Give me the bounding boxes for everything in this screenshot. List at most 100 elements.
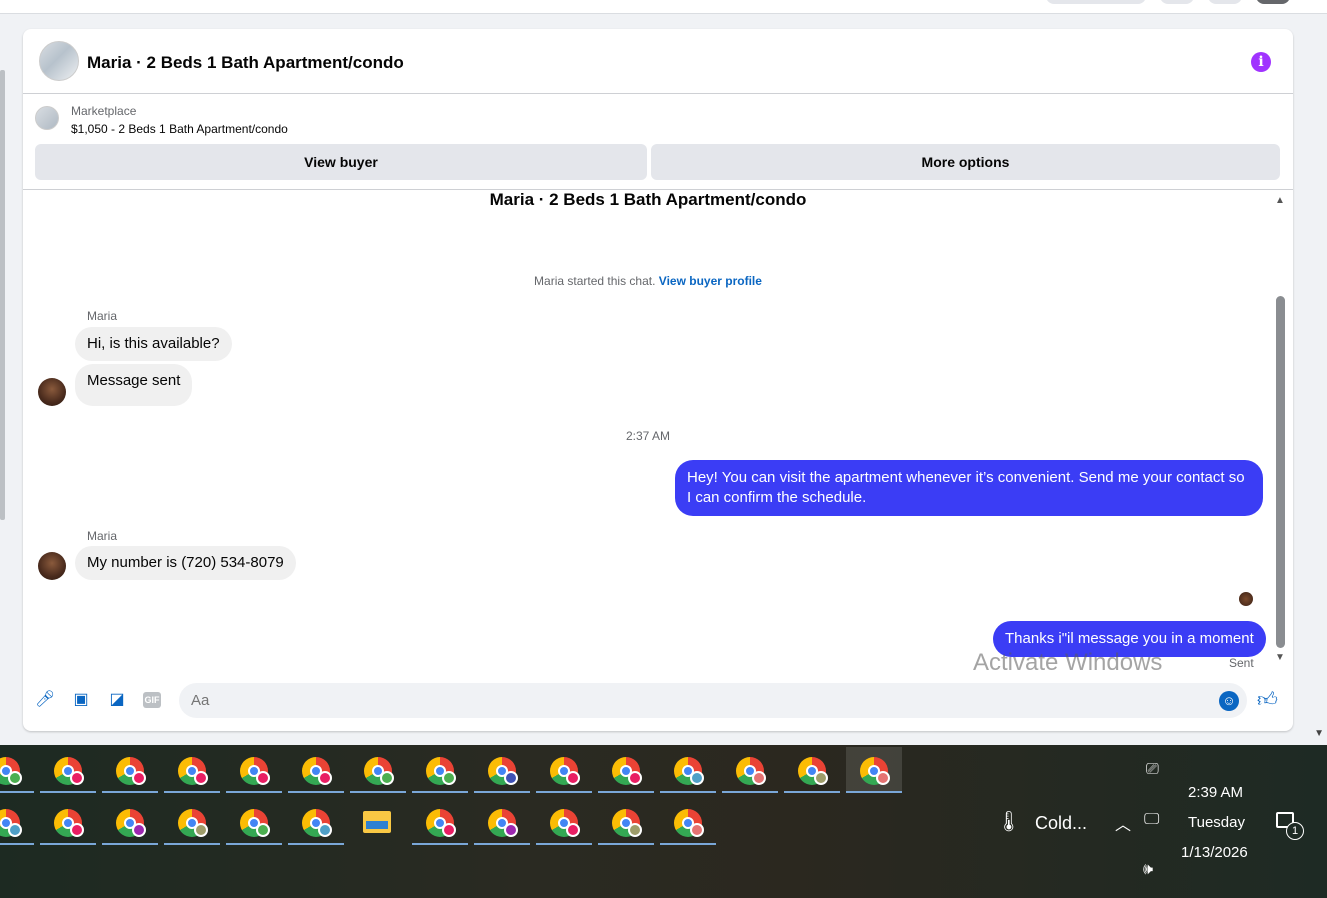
profile-badge-icon — [566, 771, 580, 785]
top-icon-button[interactable] — [1208, 0, 1242, 4]
taskbar-chrome-window[interactable] — [598, 799, 654, 845]
maria-avatar[interactable] — [38, 552, 66, 580]
taskbar-chrome-window[interactable] — [474, 799, 530, 845]
maria-avatar[interactable] — [38, 378, 66, 406]
running-indicator — [412, 791, 468, 793]
profile-badge-icon — [70, 823, 84, 837]
running-indicator — [102, 791, 158, 793]
profile-badge-icon — [690, 771, 704, 785]
message-composer: 🎤︎ ▣ ◪ GIF ☺ 👍︎ — [23, 680, 1293, 725]
top-pill[interactable] — [1046, 0, 1146, 4]
taskbar-chrome-window[interactable] — [660, 799, 716, 845]
read-receipt-avatar — [1239, 592, 1253, 606]
message-input[interactable] — [179, 683, 1247, 718]
taskbar-chrome-window[interactable] — [350, 747, 406, 793]
left-scrollbar[interactable] — [0, 70, 5, 520]
taskbar-chrome-window[interactable] — [102, 799, 158, 845]
running-indicator — [598, 843, 654, 845]
running-indicator — [660, 843, 716, 845]
taskbar-chrome-window[interactable] — [288, 747, 344, 793]
taskbar-file-explorer[interactable] — [350, 799, 406, 845]
taskbar-chrome-window[interactable] — [598, 747, 654, 793]
thread-scrollbar-thumb[interactable] — [1276, 296, 1285, 648]
running-indicator — [536, 791, 592, 793]
message-thread: Maria · 2 Beds 1 Bath Apartment/condo Ma… — [23, 190, 1293, 670]
taskbar-chrome-window[interactable] — [536, 747, 592, 793]
thread-scroll-down[interactable]: ▼ — [1275, 652, 1285, 663]
outgoing-message[interactable]: Hey! You can visit the apartment wheneve… — [675, 460, 1263, 516]
view-buyer-profile-link[interactable]: View buyer profile — [659, 274, 762, 288]
taskbar-chrome-window[interactable] — [226, 799, 282, 845]
microphone-icon[interactable]: 🎤︎ — [35, 690, 55, 710]
listing-avatar[interactable] — [39, 41, 79, 81]
running-indicator — [40, 843, 96, 845]
taskbar-chrome-window[interactable] — [846, 747, 902, 793]
profile-badge-icon — [628, 823, 642, 837]
clock-day[interactable]: Tuesday — [1188, 814, 1245, 831]
thread-scroll-up[interactable]: ▲ — [1275, 195, 1285, 206]
notification-center-icon[interactable]: 1 — [1276, 812, 1304, 840]
folder-icon — [363, 811, 391, 833]
profile-badge-icon — [8, 771, 22, 785]
taskbar-chrome-window[interactable] — [474, 747, 530, 793]
gif-icon[interactable]: GIF — [143, 692, 161, 708]
clock-time[interactable]: 2:39 AM — [1188, 784, 1243, 801]
running-indicator — [784, 791, 840, 793]
incoming-message[interactable]: Hi, is this available? — [75, 327, 232, 361]
profile-badge-icon — [814, 771, 828, 785]
outgoing-message[interactable]: Thanks i"il message you in a moment — [993, 621, 1266, 657]
taskbar-chrome-window[interactable] — [40, 799, 96, 845]
clock-date[interactable]: 1/13/2026 — [1181, 844, 1248, 861]
meet-now-icon[interactable]: ⎚ — [1146, 761, 1159, 779]
view-buyer-button[interactable]: View buyer — [35, 144, 647, 180]
listing-thumbnail[interactable] — [35, 106, 59, 130]
info-icon[interactable]: i — [1251, 52, 1271, 72]
sender-name: Maria — [87, 309, 118, 323]
profile-badge-icon — [132, 771, 146, 785]
taskbar-chrome-window[interactable] — [164, 799, 220, 845]
taskbar-chrome-window[interactable] — [660, 747, 716, 793]
taskbar-chrome-window[interactable] — [0, 747, 34, 793]
profile-badge-icon — [566, 823, 580, 837]
running-indicator — [102, 843, 158, 845]
taskbar-chrome-window[interactable] — [722, 747, 778, 793]
taskbar-chrome-window[interactable] — [288, 799, 344, 845]
profile-badge-icon — [442, 771, 456, 785]
running-indicator — [226, 791, 282, 793]
sticker-icon[interactable]: ◪ — [107, 690, 127, 710]
network-icon[interactable]: 🖵︎ — [1144, 811, 1159, 829]
taskbar-chrome-window[interactable] — [40, 747, 96, 793]
volume-icon[interactable]: 🕪︎ — [1143, 861, 1153, 879]
taskbar-chrome-window[interactable] — [784, 747, 840, 793]
marketplace-listing-bar: Marketplace $1,050 - 2 Beds 1 Bath Apart… — [23, 95, 1293, 190]
profile-avatar[interactable] — [1256, 0, 1290, 4]
taskbar-chrome-window[interactable] — [412, 799, 468, 845]
taskbar-chrome-window[interactable] — [412, 747, 468, 793]
taskbar-chrome-window[interactable] — [164, 747, 220, 793]
profile-badge-icon — [318, 771, 332, 785]
timestamp-separator: 2:37 AM — [625, 429, 671, 443]
top-icon-button[interactable] — [1160, 0, 1194, 4]
taskbar-chrome-window[interactable] — [102, 747, 158, 793]
taskbar-chrome-window[interactable] — [0, 799, 34, 845]
photo-icon[interactable]: ▣ — [71, 690, 91, 710]
profile-badge-icon — [752, 771, 766, 785]
page-scroll-down-arrow[interactable]: ▼ — [1314, 728, 1324, 739]
running-indicator — [164, 791, 220, 793]
emoji-icon[interactable]: ☺ — [1219, 691, 1239, 711]
like-icon[interactable]: 👍︎ — [1257, 688, 1278, 712]
running-indicator — [598, 791, 654, 793]
incoming-message[interactable]: Message sent — [75, 364, 193, 406]
weather-text[interactable]: Cold... — [1035, 813, 1087, 834]
weather-icon[interactable]: 🌡︎ — [996, 809, 1021, 834]
chat-title[interactable]: Maria · 2 Beds 1 Bath Apartment/condo — [87, 53, 404, 73]
taskbar-chrome-window[interactable] — [226, 747, 282, 793]
profile-badge-icon — [194, 771, 208, 785]
profile-badge-icon — [380, 771, 394, 785]
more-options-button[interactable]: More options — [651, 144, 1280, 180]
chevron-up-icon[interactable]: ︿ — [1115, 811, 1131, 835]
profile-badge-icon — [256, 771, 270, 785]
incoming-message[interactable]: My number is (720) 534-8079 — [75, 546, 296, 580]
taskbar-chrome-window[interactable] — [536, 799, 592, 845]
listing-price-title[interactable]: $1,050 - 2 Beds 1 Bath Apartment/condo — [71, 122, 288, 136]
